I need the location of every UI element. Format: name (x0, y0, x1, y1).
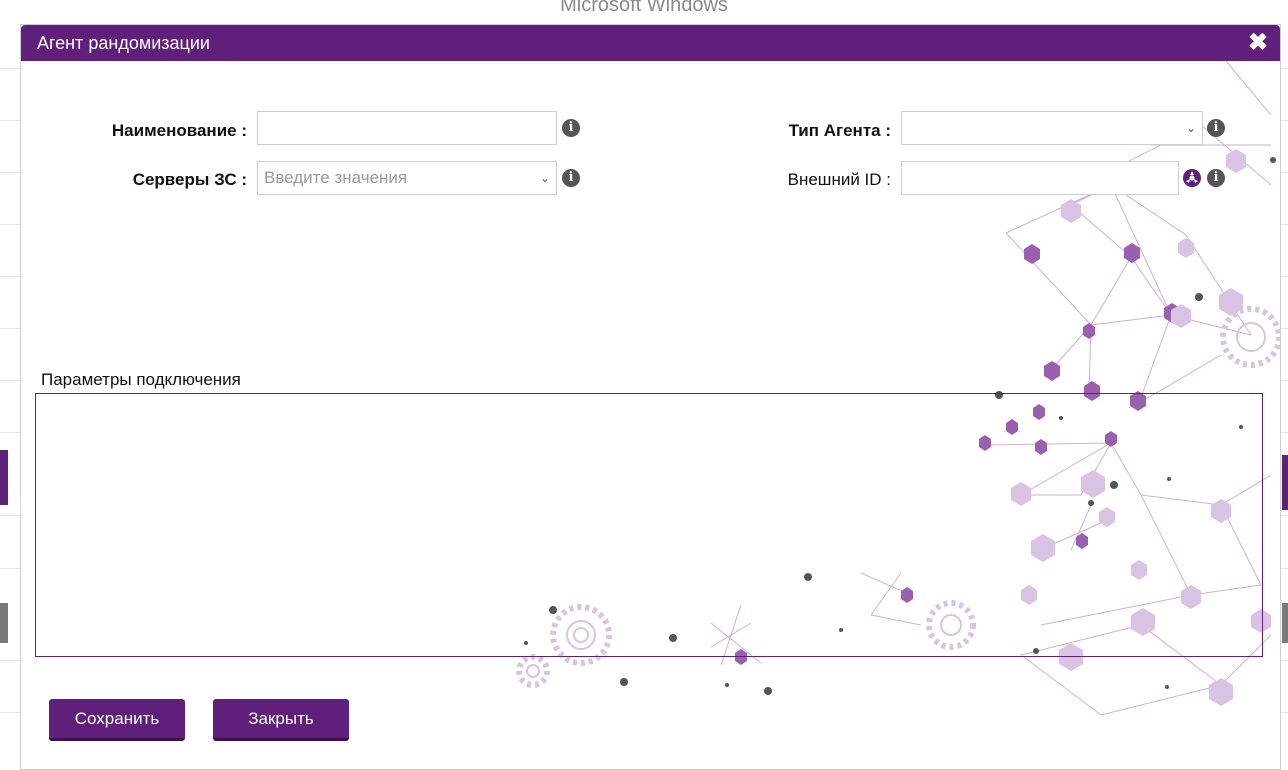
globe-icon[interactable] (1183, 169, 1201, 187)
servers-placeholder: Введите значения (264, 168, 408, 187)
background-window-title: Microsoft Windows (560, 0, 728, 14)
servers-select[interactable]: Введите значения ⌄ (257, 161, 557, 195)
save-button[interactable]: Сохранить (49, 699, 185, 741)
connection-params-editor[interactable] (35, 393, 1263, 657)
background-accent-bar (1282, 603, 1288, 643)
randomization-agent-dialog: Агент рандомизации ✖ Наименование : i Се… (20, 24, 1281, 770)
name-input[interactable] (257, 111, 557, 145)
close-icon[interactable]: ✖ (1246, 31, 1270, 55)
background-accent-bar (0, 450, 8, 505)
info-icon[interactable]: i (1207, 119, 1225, 137)
agent-type-label: Тип Агента : (788, 121, 891, 140)
info-icon[interactable]: i (1207, 169, 1225, 187)
info-icon[interactable]: i (562, 169, 580, 187)
name-label: Наименование : (111, 121, 247, 140)
chevron-down-icon: ⌄ (1185, 121, 1196, 135)
agent-type-select[interactable]: ⌄ (901, 111, 1203, 145)
external-id-label: Внешний ID : (787, 170, 891, 189)
background-accent-bar (1282, 455, 1288, 510)
info-icon[interactable]: i (562, 119, 580, 137)
close-button[interactable]: Закрыть (213, 699, 349, 741)
servers-label: Серверы ЗС : (132, 170, 247, 189)
chevron-down-icon: ⌄ (539, 171, 550, 185)
background-accent-bar (0, 603, 8, 643)
connection-params-label: Параметры подключения (41, 370, 241, 389)
dialog-title: Агент рандомизации (37, 33, 210, 53)
globe-icon-glyph (1184, 170, 1200, 186)
external-id-input[interactable] (901, 161, 1179, 195)
dialog-header: Агент рандомизации ✖ (21, 25, 1280, 61)
